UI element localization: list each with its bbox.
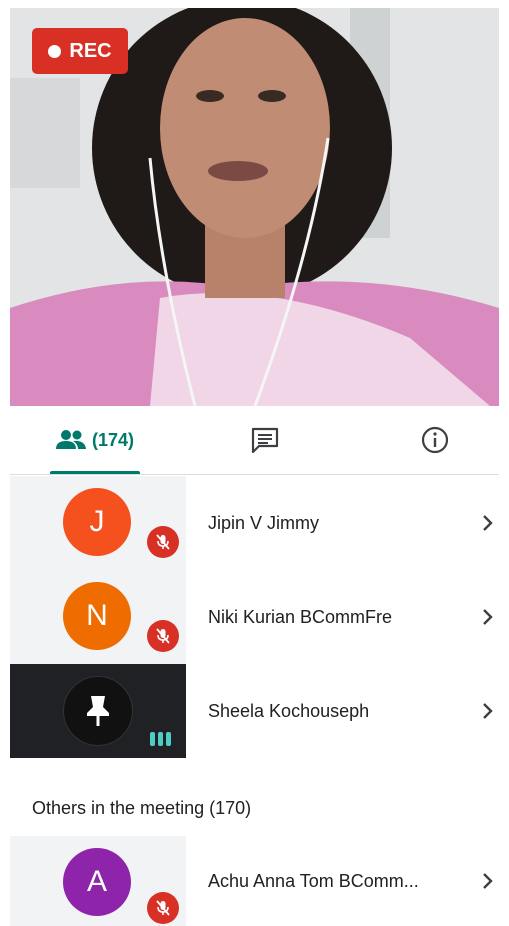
others-section-title: Others in the meeting (170) xyxy=(32,798,252,818)
participant-name: Niki Kurian BCommFre xyxy=(208,606,393,627)
active-tab-indicator xyxy=(50,471,140,474)
record-dot-icon xyxy=(48,44,62,58)
chevron-right-icon[interactable] xyxy=(481,570,495,664)
tab-bar: (174) xyxy=(10,406,499,475)
mic-off-icon xyxy=(147,892,179,924)
avatar xyxy=(63,676,133,746)
participant-tile: N xyxy=(10,570,186,664)
participant-row[interactable]: J Jipin V Jimmy xyxy=(10,476,499,570)
people-icon xyxy=(55,430,86,449)
tab-people[interactable]: (174) xyxy=(50,406,140,474)
participant-tile: J xyxy=(10,476,186,570)
chat-icon xyxy=(251,427,279,453)
participant-row[interactable]: N Niki Kurian BCommFre xyxy=(10,570,499,664)
mic-off-icon xyxy=(147,620,179,652)
avatar: N xyxy=(63,582,131,650)
chevron-right-icon[interactable] xyxy=(481,476,495,570)
participant-row[interactable]: Sheela Kochouseph xyxy=(10,664,499,758)
participant-name: Achu Anna Tom BComm... xyxy=(208,870,419,891)
participant-count: (174) xyxy=(91,429,135,450)
chevron-right-icon[interactable] xyxy=(481,836,495,926)
avatar: J xyxy=(63,488,131,556)
participant-tile xyxy=(10,664,186,758)
speaking-indicator-icon xyxy=(150,732,171,746)
recording-badge: REC xyxy=(32,28,128,74)
tab-chat[interactable] xyxy=(240,406,290,474)
participant-name: Sheela Kochouseph xyxy=(208,700,370,721)
mic-off-icon xyxy=(147,526,179,558)
avatar: A xyxy=(63,848,131,916)
recording-label: REC xyxy=(69,39,112,62)
chevron-right-icon[interactable] xyxy=(481,664,495,758)
info-icon xyxy=(421,426,449,454)
tab-info[interactable] xyxy=(410,406,460,474)
participant-row[interactable]: A Achu Anna Tom BComm... xyxy=(10,836,499,926)
main-video[interactable]: REC xyxy=(10,8,499,406)
participant-tile: A xyxy=(10,836,186,926)
pin-icon xyxy=(87,696,109,726)
participant-name: Jipin V Jimmy xyxy=(208,512,320,533)
